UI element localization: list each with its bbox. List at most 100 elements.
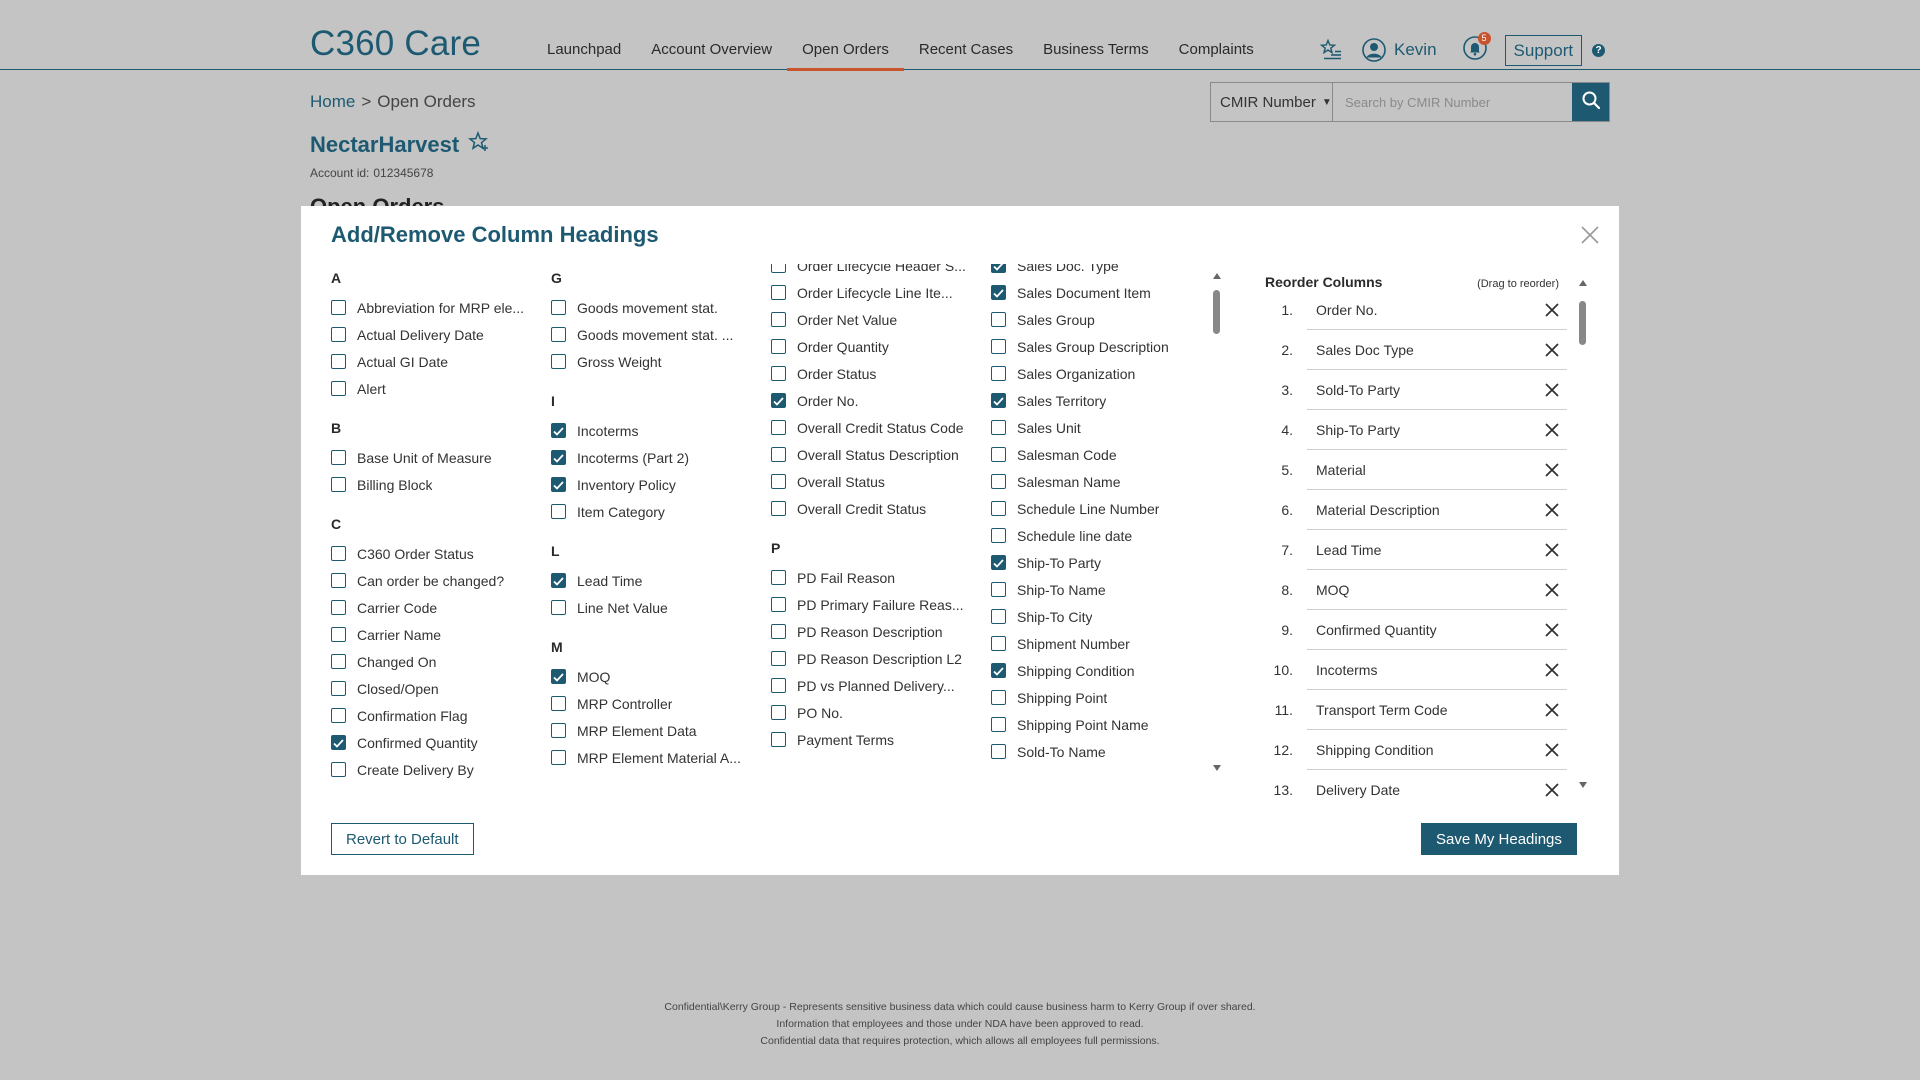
column-option[interactable]: Closed/Open [331, 675, 541, 702]
notifications[interactable]: 5 [1462, 31, 1491, 65]
nav-launchpad[interactable]: Launchpad [532, 0, 636, 70]
column-option[interactable]: Incoterms (Part 2) [551, 444, 761, 471]
reorder-item-box[interactable]: Confirmed Quantity [1307, 610, 1567, 650]
remove-icon[interactable] [1537, 735, 1567, 765]
column-option[interactable]: Item Category [551, 498, 761, 525]
column-option[interactable]: Actual Delivery Date [331, 321, 541, 348]
column-option[interactable]: Shipping Condition [991, 657, 1201, 684]
reorder-item-box[interactable]: MOQ [1307, 570, 1567, 610]
checkbox[interactable] [551, 354, 566, 369]
checkbox[interactable] [991, 420, 1006, 435]
checkbox[interactable] [331, 735, 346, 750]
column-option[interactable]: Lead Time [551, 567, 761, 594]
column-option[interactable]: PD Reason Description [771, 618, 981, 645]
checkbox[interactable] [991, 663, 1006, 678]
reorder-item-box[interactable]: Incoterms [1307, 650, 1567, 690]
reorder-item[interactable]: 4. Ship-To Party [1265, 410, 1567, 450]
user-name[interactable]: Kevin [1394, 40, 1437, 60]
remove-icon[interactable] [1537, 695, 1567, 725]
reorder-item[interactable]: 1. Order No. [1265, 290, 1567, 330]
nav-business-terms[interactable]: Business Terms [1028, 0, 1164, 70]
column-option[interactable]: Sales Organization [991, 360, 1201, 387]
checkbox[interactable] [331, 708, 346, 723]
column-option[interactable]: Ship-To Party [991, 549, 1201, 576]
nav-open-orders[interactable]: Open Orders [787, 0, 904, 71]
column-option[interactable]: Overall Status Description [771, 441, 981, 468]
column-option[interactable]: C360 Order Status [331, 540, 541, 567]
checkbox[interactable] [771, 447, 786, 462]
column-option[interactable]: Sales Group Description [991, 333, 1201, 360]
remove-icon[interactable] [1537, 495, 1567, 525]
checkbox[interactable] [991, 285, 1006, 300]
revert-to-default-button[interactable]: Revert to Default [331, 823, 474, 855]
checkbox[interactable] [771, 651, 786, 666]
checkbox[interactable] [991, 264, 1006, 273]
column-option[interactable]: Billing Block [331, 471, 541, 498]
column-option[interactable]: Schedule Line Number [991, 495, 1201, 522]
remove-icon[interactable] [1537, 775, 1567, 805]
checkbox[interactable] [991, 447, 1006, 462]
column-option[interactable]: Ship-To City [991, 603, 1201, 630]
reorder-item[interactable]: 5. Material [1265, 450, 1567, 490]
star-icon[interactable] [467, 130, 489, 159]
checkbox[interactable] [771, 570, 786, 585]
checkbox[interactable] [771, 705, 786, 720]
column-option[interactable]: Sold-To Name [991, 738, 1201, 765]
checkbox[interactable] [991, 366, 1006, 381]
scrollbar-thumb[interactable] [1213, 290, 1220, 334]
nav-recent-cases[interactable]: Recent Cases [904, 0, 1028, 70]
remove-icon[interactable] [1537, 535, 1567, 565]
checkbox[interactable] [771, 678, 786, 693]
checkbox[interactable] [991, 582, 1006, 597]
checkbox[interactable] [331, 354, 346, 369]
checkbox[interactable] [771, 339, 786, 354]
column-option[interactable]: Overall Credit Status Code [771, 414, 981, 441]
checkbox[interactable] [331, 381, 346, 396]
scroll-up-icon[interactable] [1579, 279, 1587, 287]
checkbox[interactable] [551, 750, 566, 765]
scroll-down-icon[interactable] [1213, 764, 1221, 772]
checkbox[interactable] [551, 723, 566, 738]
checkbox[interactable] [551, 450, 566, 465]
reorder-item-box[interactable]: Sold-To Party [1307, 370, 1567, 410]
column-option[interactable]: Gross Weight [551, 348, 761, 375]
checkbox[interactable] [331, 477, 346, 492]
reorder-item[interactable]: 11. Transport Term Code [1265, 690, 1567, 730]
reorder-item[interactable]: 10. Incoterms [1265, 650, 1567, 690]
checkbox[interactable] [771, 393, 786, 408]
support-button[interactable]: Support [1504, 34, 1583, 66]
reorder-item-box[interactable]: Sales Doc Type [1307, 330, 1567, 370]
checkbox[interactable] [331, 681, 346, 696]
checkbox[interactable] [991, 609, 1006, 624]
column-option[interactable]: Actual GI Date [331, 348, 541, 375]
remove-icon[interactable] [1537, 335, 1567, 365]
reorder-item[interactable]: 12. Shipping Condition [1265, 730, 1567, 770]
checkbox[interactable] [991, 528, 1006, 543]
column-option[interactable]: Order Net Value [771, 306, 981, 333]
column-option[interactable]: Inventory Policy [551, 471, 761, 498]
column-option[interactable]: PO No. [771, 699, 981, 726]
reorder-scrollbar[interactable] [1579, 279, 1587, 789]
column-option[interactable]: Salesman Name [991, 468, 1201, 495]
close-icon[interactable] [1579, 224, 1601, 246]
scroll-down-icon[interactable] [1579, 781, 1587, 789]
column-option[interactable]: PD Reason Description L2 [771, 645, 981, 672]
column-option[interactable]: Sales Territory [991, 387, 1201, 414]
nav-account-overview[interactable]: Account Overview [636, 0, 787, 70]
checkbox[interactable] [551, 504, 566, 519]
column-option[interactable]: Alert [331, 375, 541, 402]
checkbox[interactable] [551, 423, 566, 438]
reorder-item-box[interactable]: Material [1307, 450, 1567, 490]
reorder-item[interactable]: 7. Lead Time [1265, 530, 1567, 570]
checkbox[interactable] [331, 327, 346, 342]
checkbox[interactable] [771, 624, 786, 639]
remove-icon[interactable] [1537, 655, 1567, 685]
column-option[interactable]: Confirmed Quantity [331, 729, 541, 756]
column-option[interactable]: PD vs Planned Delivery... [771, 672, 981, 699]
checkbox[interactable] [551, 573, 566, 588]
column-option[interactable]: Carrier Name [331, 621, 541, 648]
reorder-item-box[interactable]: Transport Term Code [1307, 690, 1567, 730]
breadcrumb-home[interactable]: Home [310, 92, 355, 111]
search-button[interactable] [1572, 83, 1609, 121]
checkbox[interactable] [771, 732, 786, 747]
